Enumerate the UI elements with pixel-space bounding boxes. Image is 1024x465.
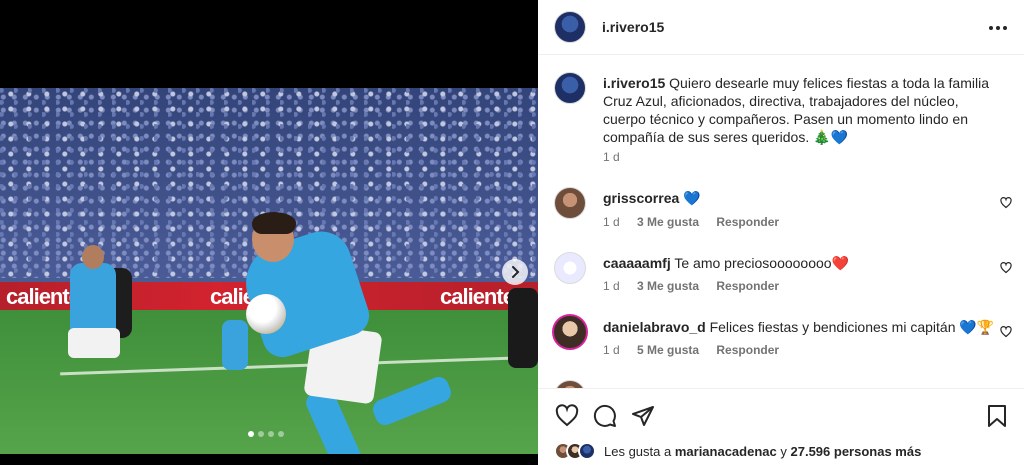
comment-likes[interactable]: 3 Me gusta <box>637 215 699 229</box>
comment-button[interactable] <box>592 403 618 429</box>
likes-connector: y <box>780 443 787 459</box>
comment-body: caaaaamfj Te amo preciosoooooooo❤️ <box>603 255 849 272</box>
commenter-avatar[interactable] <box>552 314 588 350</box>
heart-icon <box>1000 326 1012 338</box>
background-player <box>222 320 248 370</box>
post-header: i.rivero15 <box>538 0 1024 55</box>
paper-plane-icon <box>632 406 654 426</box>
teammate-shorts <box>68 328 120 358</box>
comment-username[interactable]: danielabravo_d <box>603 319 706 335</box>
comment-time[interactable]: 1 d <box>603 279 620 293</box>
likes-prefix: Les gusta a <box>604 443 672 459</box>
caption-avatar[interactable] <box>554 72 586 104</box>
reply-button[interactable]: Responder <box>716 215 779 229</box>
comment-body: grisscorrea 💙 <box>603 190 701 207</box>
likes-text: Les gusta a marianacadenac y 27.596 pers… <box>604 444 921 459</box>
bookmark-icon <box>988 405 1006 427</box>
carousel-dot <box>248 431 254 437</box>
reply-button[interactable]: Responder <box>716 279 779 293</box>
comment-time[interactable]: 1 d <box>603 215 620 229</box>
comment-username[interactable]: grisscorrea <box>603 190 679 206</box>
share-button[interactable] <box>630 403 656 429</box>
author-avatar[interactable] <box>554 11 586 43</box>
like-button[interactable] <box>554 403 580 429</box>
post-media: caliente caliente caliente <box>0 0 538 465</box>
comment-like-button[interactable] <box>999 196 1013 210</box>
caption-meta: 1 d <box>603 150 634 164</box>
liker-username[interactable]: marianacadenac <box>675 444 777 459</box>
caption-time[interactable]: 1 d <box>603 150 620 164</box>
likes-summary: Les gusta a marianacadenac y 27.596 pers… <box>554 442 921 460</box>
comment-likes[interactable]: 5 Me gusta <box>637 343 699 357</box>
heart-icon <box>1000 197 1012 209</box>
commenter-avatar[interactable] <box>554 252 586 284</box>
caption-username[interactable]: i.rivero15 <box>603 75 665 91</box>
teammate-head <box>82 245 104 269</box>
comment-text: Felices fiestas y bendiciones mi capitán… <box>709 319 995 335</box>
post-sidebar: i.rivero15 i.rivero15 Quiero desearle mu… <box>538 0 1024 465</box>
carousel-indicator <box>248 431 284 437</box>
likes-count[interactable]: 27.596 personas más <box>791 444 922 459</box>
comment-time[interactable]: 1 d <box>603 343 620 357</box>
ad-text: caliente <box>6 284 81 309</box>
comments-section[interactable]: i.rivero15 Quiero desearle muy felices f… <box>538 56 1024 388</box>
author-username[interactable]: i.rivero15 <box>602 19 664 35</box>
comment-text: 💙 <box>683 190 701 206</box>
comment-like-button[interactable] <box>999 261 1013 275</box>
more-options-button[interactable] <box>986 16 1010 40</box>
comment-like-button[interactable] <box>999 325 1013 339</box>
comment-meta: 1 d 5 Me gusta Responder <box>603 343 793 357</box>
main-player-hair <box>252 212 296 234</box>
comment-meta: 1 d 3 Me gusta Responder <box>603 279 793 293</box>
heart-icon <box>1000 262 1012 274</box>
carousel-dot <box>268 431 274 437</box>
carousel-dot <box>278 431 284 437</box>
save-button[interactable] <box>984 403 1010 429</box>
ad-text-3: caliente <box>440 284 515 309</box>
heart-icon <box>555 404 579 427</box>
comment-username[interactable]: caaaaamfj <box>603 255 671 271</box>
comment-meta: 1 d 3 Me gusta Responder <box>603 215 793 229</box>
commenter-avatar[interactable] <box>554 380 586 388</box>
comment-icon <box>593 404 616 427</box>
reply-button[interactable]: Responder <box>716 343 779 357</box>
liker-avatar <box>578 442 596 460</box>
chevron-right-icon <box>512 266 520 278</box>
carousel-dot <box>258 431 264 437</box>
football <box>246 294 286 334</box>
comment-body: danielabravo_d Felices fiestas y bendici… <box>603 319 994 336</box>
action-bar: Les gusta a marianacadenac y 27.596 pers… <box>538 388 1024 465</box>
comment-text: Te amo preciosoooooooo❤️ <box>674 255 850 271</box>
more-horizontal-icon <box>989 26 1007 30</box>
comment-likes[interactable]: 3 Me gusta <box>637 279 699 293</box>
commenter-avatar[interactable] <box>554 187 586 219</box>
post-photo[interactable]: caliente caliente caliente <box>0 88 538 454</box>
carousel-next-button[interactable] <box>502 259 528 285</box>
opponent-player-right <box>508 288 538 368</box>
caption: i.rivero15 Quiero desearle muy felices f… <box>603 74 1003 146</box>
